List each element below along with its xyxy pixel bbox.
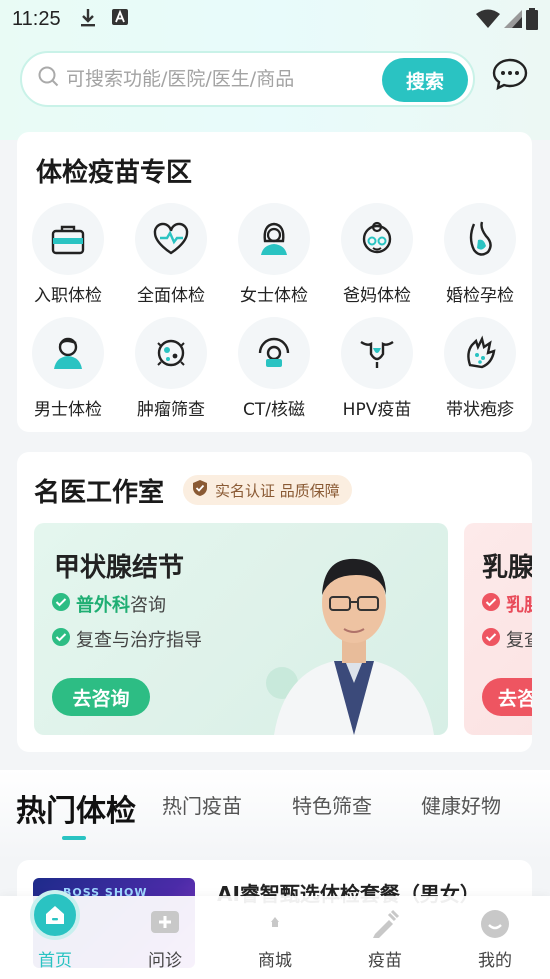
active-tab-indicator [62, 836, 86, 840]
message-icon[interactable] [492, 58, 528, 94]
doctor-card-line-1: 乳腺 [482, 591, 532, 617]
nav-consult[interactable]: 问诊 [110, 896, 220, 979]
grid-item-hpv-vaccine[interactable]: HPV疫苗 [332, 317, 422, 420]
text-a-icon [111, 8, 129, 31]
heart-pulse-icon [135, 203, 207, 275]
doctor-photo [264, 533, 444, 735]
consult-button[interactable]: 去咨 [482, 678, 532, 716]
search-button[interactable]: 搜索 [382, 58, 468, 102]
consult-chat-icon [140, 904, 190, 944]
nav-label: 我的 [478, 951, 512, 971]
shield-check-icon [191, 479, 209, 501]
check-circle-icon [52, 592, 70, 616]
check-circle-icon [482, 627, 500, 651]
nav-vaccine[interactable]: 疫苗 [330, 896, 440, 979]
department-text: 普外科 [76, 595, 130, 616]
bottom-navigation: 首页 问诊 商城 疫苗 我的 [0, 890, 550, 979]
man-icon [32, 317, 104, 389]
grid-item-label: HPV疫苗 [342, 400, 412, 420]
doctor-section-title: 名医工作室 [34, 478, 165, 508]
search-icon [38, 66, 60, 92]
briefcase-icon [32, 203, 104, 275]
nav-label: 首页 [38, 951, 72, 971]
uterus-icon [341, 317, 413, 389]
doctor-card-line-2: 复查与治疗指导 [52, 626, 202, 652]
grid-item-women-checkup[interactable]: 女士体检 [229, 203, 319, 306]
woman-icon [238, 203, 310, 275]
signal-icon [504, 9, 522, 34]
elder-icon [341, 203, 413, 275]
ct-scanner-icon [238, 317, 310, 389]
home-icon [30, 890, 80, 940]
battery-icon [526, 8, 538, 35]
grid-item-label: 婚检孕检 [446, 286, 514, 306]
department-text: 乳腺 [506, 595, 532, 616]
status-time: 11:25 [12, 7, 61, 30]
nav-mall[interactable]: 商城 [220, 896, 330, 979]
grid-item-label: 男士体检 [34, 400, 102, 420]
grid-item-label: 全面体检 [137, 286, 205, 306]
nav-label: 商城 [258, 951, 292, 971]
nav-home[interactable]: 首页 [0, 890, 110, 979]
wifi-icon [476, 9, 500, 34]
badge-text: 实名认证 品质保障 [215, 481, 340, 500]
grid-item-shingles[interactable]: 带状疱疹 [435, 317, 525, 420]
status-bar: 11:25 [0, 0, 550, 38]
consult-button[interactable]: 去咨询 [52, 678, 150, 716]
grid-item-label: 肿瘤筛查 [137, 400, 205, 420]
check-circle-icon [52, 627, 70, 651]
followup-text: 复查与治疗指导 [76, 630, 202, 651]
tab-health-goods[interactable]: 健康好物 [421, 790, 501, 819]
grid-item-parents-checkup[interactable]: 爸妈体检 [332, 203, 422, 306]
nav-label: 疫苗 [368, 951, 402, 971]
doctor-card-line-1: 普外科咨询 [52, 591, 166, 617]
grid-item-label: 带状疱疹 [446, 400, 514, 420]
grid-item-premarital-checkup[interactable]: 婚检孕检 [435, 203, 525, 306]
grid-item-full-checkup[interactable]: 全面体检 [126, 203, 216, 306]
tab-hot-vaccine[interactable]: 热门疫苗 [162, 790, 242, 819]
grid-item-ct-mri[interactable]: CT/核磁 [229, 317, 319, 420]
shingles-hand-icon [444, 317, 516, 389]
doctor-card-breast[interactable]: 乳腺 乳腺 复查 去咨 [464, 523, 532, 735]
check-circle-icon [482, 592, 500, 616]
nav-label: 问诊 [148, 951, 182, 971]
doctor-card-title: 乳腺 [482, 553, 532, 583]
followup-text: 复查 [506, 630, 532, 651]
consult-text: 咨询 [130, 595, 166, 616]
grid-item-label: 女士体检 [240, 286, 308, 306]
syringe-icon [360, 904, 410, 944]
shopping-bag-icon [250, 904, 300, 944]
doctor-card-title: 甲状腺结节 [54, 553, 185, 583]
search-input[interactable] [66, 68, 376, 90]
grid-item-men-checkup[interactable]: 男士体检 [23, 317, 113, 420]
profile-icon [470, 904, 520, 944]
grid-item-tumor-screening[interactable]: 肿瘤筛查 [126, 317, 216, 420]
doctor-card-thyroid[interactable]: 甲状腺结节 普外科咨询 复查与治疗指导 去咨询 [34, 523, 448, 735]
tumor-cell-icon [135, 317, 207, 389]
checkup-section-title: 体检疫苗专区 [36, 158, 193, 188]
grid-item-label: 爸妈体检 [343, 286, 411, 306]
search-bar[interactable]: 搜索 [20, 51, 475, 107]
doctor-card-line-2: 复查 [482, 626, 532, 652]
pregnancy-icon [444, 203, 516, 275]
tab-special-screening[interactable]: 特色筛查 [292, 790, 372, 819]
grid-item-label: 入职体检 [34, 286, 102, 306]
download-icon [79, 7, 97, 32]
grid-item-entry-checkup[interactable]: 入职体检 [23, 203, 113, 306]
verification-badge: 实名认证 品质保障 [183, 475, 352, 505]
nav-profile[interactable]: 我的 [440, 896, 550, 979]
grid-item-label: CT/核磁 [243, 400, 305, 420]
tab-hot-checkup[interactable]: 热门体检 [16, 786, 136, 830]
